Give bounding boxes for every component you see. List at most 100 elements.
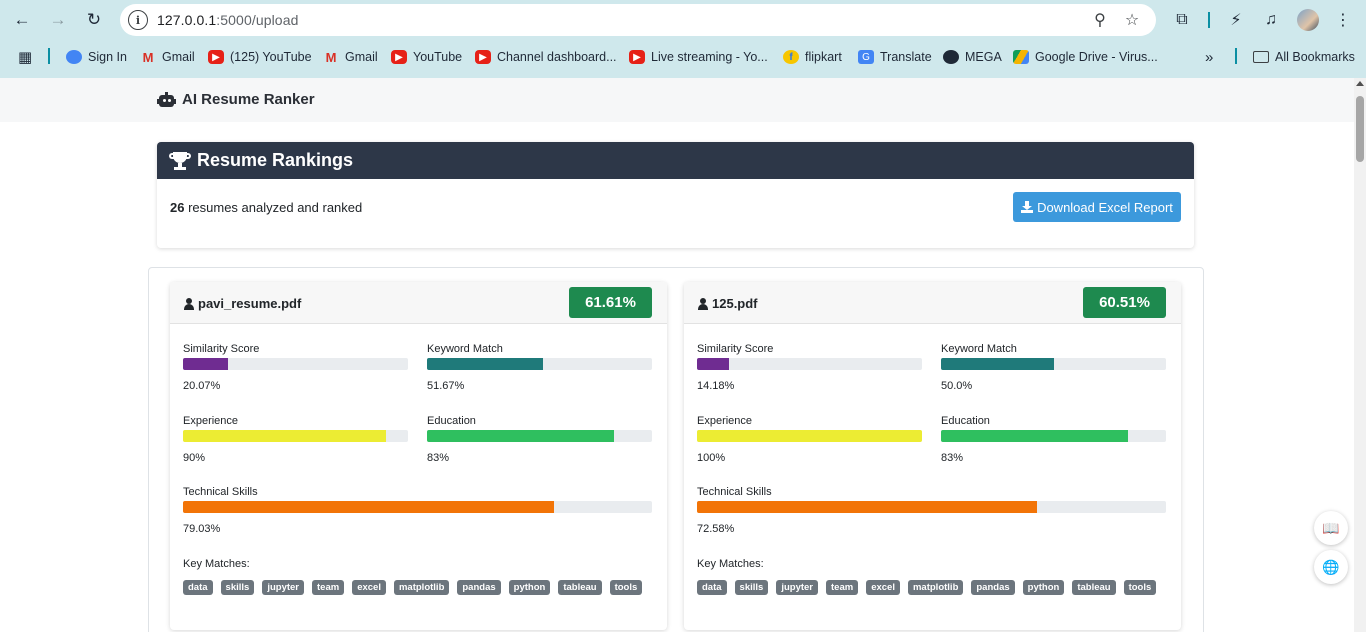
user-icon bbox=[184, 297, 194, 310]
resume-card: pavi_resume.pdf 61.61% Similarity Score 20.… bbox=[170, 282, 667, 630]
media-control-icon[interactable]: ♫ bbox=[1259, 8, 1283, 32]
youtube-icon: ▶ bbox=[391, 50, 407, 64]
metric-progress-fill bbox=[697, 358, 729, 370]
resume-filename: pavi_resume.pdf bbox=[198, 296, 302, 311]
scroll-thumb[interactable] bbox=[1356, 96, 1364, 162]
url-path: :5000/upload bbox=[216, 12, 299, 28]
bookmark-gmail[interactable]: M Gmail bbox=[140, 49, 195, 65]
bookmark-google-drive[interactable]: Google Drive - Virus... bbox=[1013, 49, 1158, 65]
resume-card: 125.pdf 60.51% Similarity Score 14.18% Keywo… bbox=[684, 282, 1181, 630]
keyword-tag: jupyter bbox=[776, 580, 819, 595]
key-matches-list: data skills jupyter team excel matplotlib pand… bbox=[697, 580, 1157, 595]
metric-progress-fill bbox=[183, 358, 229, 370]
keyword-tag: team bbox=[312, 580, 345, 595]
metric-similarity: Similarity Score 20.07% bbox=[183, 342, 408, 393]
bookmark-label: Translate bbox=[880, 50, 932, 64]
performance-icon[interactable]: ⚡ bbox=[1224, 8, 1248, 32]
download-excel-button[interactable]: Download Excel Report bbox=[1013, 192, 1181, 222]
bookmark-live-streaming[interactable]: ▶ Live streaming - Yo... bbox=[629, 49, 768, 65]
translate-icon: G bbox=[858, 50, 874, 64]
bookmark-mega[interactable]: MEGA bbox=[943, 49, 1002, 65]
metric-label: Technical Skills bbox=[183, 486, 258, 498]
rankings-header: Resume Rankings bbox=[157, 142, 1194, 179]
flipkart-icon: f bbox=[783, 50, 799, 64]
reload-icon[interactable]: ↻ bbox=[81, 8, 107, 32]
menu-dots-icon[interactable]: ⋮ bbox=[1331, 8, 1355, 32]
keyword-tag: tools bbox=[1123, 580, 1157, 595]
apps-grid-icon[interactable]: ▦ bbox=[18, 49, 32, 66]
brand-label: AI Resume Ranker bbox=[182, 91, 315, 108]
key-matches-list: data skills jupyter team excel matplotlib pand… bbox=[183, 580, 643, 595]
bookmark-channel-dashboard[interactable]: ▶ Channel dashboard... bbox=[475, 49, 617, 65]
gmail-icon: M bbox=[325, 49, 337, 65]
keyword-tag: skills bbox=[734, 580, 769, 595]
bookmark-youtube[interactable]: ▶ YouTube bbox=[391, 49, 462, 65]
app-navbar: AI Resume Ranker bbox=[0, 78, 1354, 122]
bookmark-label: MEGA bbox=[965, 50, 1002, 64]
metric-value: 79.03% bbox=[183, 523, 221, 535]
key-matches-label: Key Matches: bbox=[183, 558, 250, 570]
bookmark-flipkart[interactable]: f flipkart bbox=[783, 49, 842, 65]
signin-icon bbox=[66, 50, 82, 64]
bookmark-youtube-125[interactable]: ▶ (125) YouTube bbox=[208, 49, 312, 65]
metric-progress-track bbox=[697, 358, 922, 370]
keyword-tag: tools bbox=[609, 580, 643, 595]
bookmark-star-icon[interactable]: ☆ bbox=[1122, 10, 1142, 30]
key-matches-label: Key Matches: bbox=[697, 558, 764, 570]
page-scrollbar[interactable] bbox=[1354, 78, 1366, 632]
metric-value: 83% bbox=[941, 452, 964, 464]
url-text[interactable]: 127.0.0.1:5000/upload bbox=[157, 12, 298, 28]
bookmark-label: Gmail bbox=[345, 50, 378, 64]
gmail-icon: M bbox=[142, 49, 154, 65]
site-info-icon[interactable]: i bbox=[128, 10, 148, 30]
metric-keyword: Keyword Match 51.67% bbox=[427, 342, 652, 393]
bookmark-sign-in[interactable]: Sign In bbox=[66, 49, 127, 65]
trophy-icon bbox=[169, 151, 191, 171]
bookmarks-overflow-button[interactable]: » bbox=[1205, 49, 1213, 66]
extensions-icon[interactable]: ⧉ bbox=[1170, 8, 1194, 32]
download-icon bbox=[1021, 201, 1034, 213]
profile-avatar[interactable] bbox=[1297, 9, 1319, 31]
metric-label: Keyword Match bbox=[941, 343, 1017, 355]
drive-icon bbox=[1013, 50, 1029, 64]
metric-label: Education bbox=[941, 415, 990, 427]
bookmark-translate[interactable]: G Translate bbox=[858, 49, 932, 65]
back-arrow-icon[interactable]: ← bbox=[9, 8, 35, 32]
reading-mode-icon[interactable]: 📖 bbox=[1314, 511, 1348, 545]
extension-globe-icon[interactable]: 🌐 bbox=[1314, 550, 1348, 584]
metric-label: Experience bbox=[697, 415, 753, 427]
scroll-up-arrow-icon[interactable] bbox=[1356, 81, 1364, 86]
resume-filename: 125.pdf bbox=[712, 296, 758, 311]
folder-icon bbox=[1253, 51, 1269, 63]
app-brand[interactable]: AI Resume Ranker bbox=[157, 91, 315, 108]
url-host: 127.0.0.1 bbox=[157, 12, 217, 28]
bookmark-label: YouTube bbox=[413, 50, 463, 64]
all-bookmarks-label: All Bookmarks bbox=[1275, 50, 1355, 64]
metric-progress-track bbox=[427, 358, 652, 370]
browser-chrome: ← → ↻ i 127.0.0.1:5000/upload ⚲ ☆ ⧉ ⚡ ♫ … bbox=[0, 0, 1366, 78]
address-bar[interactable]: i 127.0.0.1:5000/upload ⚲ ☆ bbox=[120, 4, 1156, 36]
browser-toolbar: ← → ↻ i 127.0.0.1:5000/upload ⚲ ☆ ⧉ ⚡ ♫ … bbox=[0, 0, 1366, 40]
keyword-tag: matplotlib bbox=[393, 580, 450, 595]
metric-progress-fill bbox=[427, 358, 544, 370]
metric-progress-track bbox=[183, 358, 408, 370]
metric-label: Keyword Match bbox=[427, 343, 503, 355]
metric-progress-fill bbox=[427, 430, 614, 442]
keyword-tag: pandas bbox=[971, 580, 1015, 595]
keyword-tag: data bbox=[183, 580, 213, 595]
robot-icon bbox=[157, 91, 176, 108]
forward-arrow-icon[interactable]: → bbox=[45, 8, 71, 32]
metric-progress-fill bbox=[941, 430, 1128, 442]
metric-label: Education bbox=[427, 415, 476, 427]
bookmarks-divider-2 bbox=[1235, 48, 1237, 64]
metric-label: Similarity Score bbox=[183, 343, 260, 355]
bookmark-gmail-2[interactable]: M Gmail bbox=[323, 49, 378, 65]
keyword-tag: matplotlib bbox=[907, 580, 964, 595]
keyword-tag: data bbox=[697, 580, 727, 595]
metric-value: 14.18% bbox=[697, 380, 735, 392]
all-bookmarks-button[interactable]: All Bookmarks bbox=[1253, 49, 1355, 65]
metric-progress-track bbox=[183, 430, 408, 442]
zoom-icon[interactable]: ⚲ bbox=[1090, 10, 1110, 30]
metric-progress-track bbox=[941, 358, 1166, 370]
metric-progress-track bbox=[427, 430, 652, 442]
